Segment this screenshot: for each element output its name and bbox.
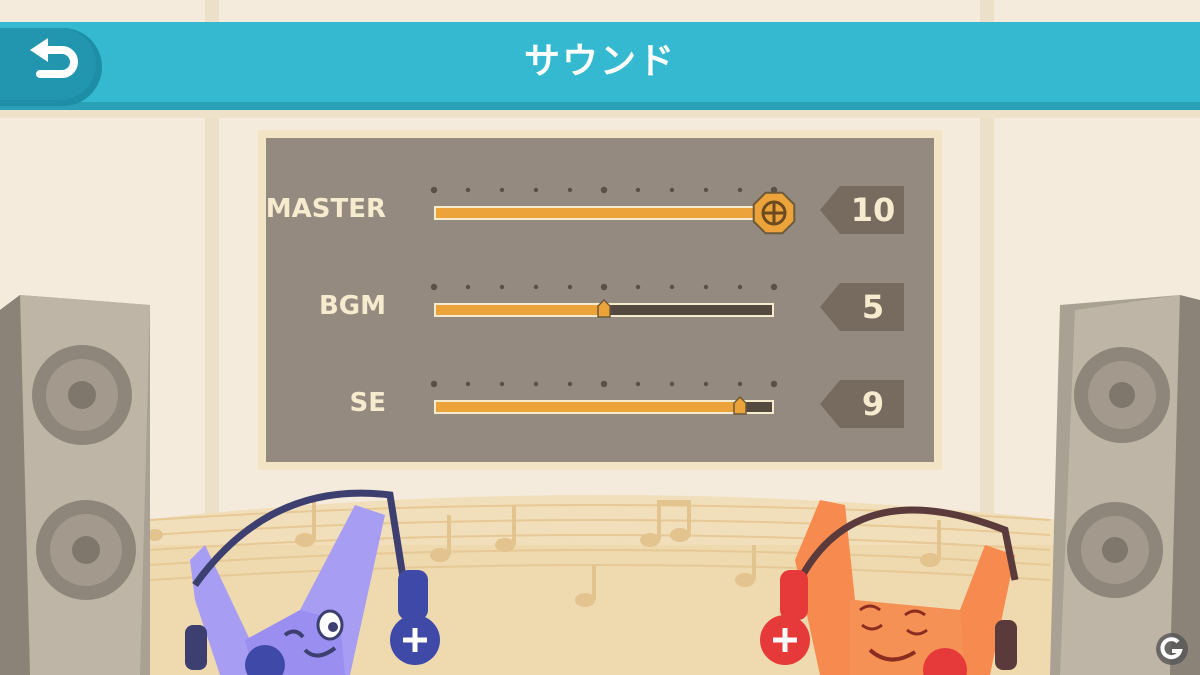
tick-mark: [669, 187, 675, 193]
tick-mark: [600, 186, 608, 194]
tick-mark: [567, 284, 573, 290]
header-bar: サウンド: [0, 22, 1200, 110]
tick-mark: [703, 187, 709, 193]
tick-mark: [567, 381, 573, 387]
left-speaker-icon: [0, 295, 150, 675]
slider-fill: [436, 208, 774, 218]
master-volume-slider[interactable]: [426, 178, 806, 238]
watermark-logo: [1156, 633, 1188, 665]
tick-mark: [499, 187, 505, 193]
se-value-box: 9: [820, 380, 904, 428]
tick-mark: [499, 284, 505, 290]
slider-fill: [436, 402, 740, 412]
tick-mark: [499, 381, 505, 387]
bgm-value: 5: [861, 288, 885, 326]
sound-settings-panel: MASTER 10 BGM 5 SE 9: [258, 130, 942, 470]
bgm-value-box: 5: [820, 283, 904, 331]
master-value: 10: [850, 191, 896, 229]
tick-mark: [533, 381, 539, 387]
se-label: SE: [349, 388, 387, 418]
master-label: MASTER: [265, 194, 386, 224]
page-title: サウンド: [523, 41, 676, 82]
right-speaker-icon: [1050, 295, 1200, 675]
tick-mark: [703, 284, 709, 290]
tick-mark: [430, 283, 438, 291]
tick-mark: [635, 187, 641, 193]
tick-mark: [465, 187, 471, 193]
tick-mark: [600, 380, 608, 388]
tick-mark: [669, 381, 675, 387]
tick-mark: [465, 284, 471, 290]
bgm-volume-slider[interactable]: [426, 275, 806, 335]
tick-mark: [737, 284, 743, 290]
tick-mark: [737, 187, 743, 193]
back-button-face[interactable]: [0, 28, 96, 100]
se-volume-slider[interactable]: [426, 372, 806, 432]
tick-mark: [430, 380, 438, 388]
settings-panel-body: MASTER 10 BGM 5 SE 9: [266, 138, 934, 462]
tick-mark: [635, 381, 641, 387]
tick-mark: [669, 284, 675, 290]
tick-mark: [770, 380, 778, 388]
tick-mark: [430, 186, 438, 194]
tick-mark: [770, 283, 778, 291]
tick-mark: [465, 381, 471, 387]
bgm-label: BGM: [318, 291, 386, 321]
tick-mark: [533, 187, 539, 193]
tick-mark: [600, 283, 608, 291]
slider-fill: [436, 305, 604, 315]
tick-mark: [567, 187, 573, 193]
slider-knob-icon: [752, 191, 796, 235]
back-button[interactable]: [0, 28, 102, 106]
tick-mark: [635, 284, 641, 290]
slider-knob-icon: [597, 298, 611, 318]
se-value: 9: [861, 385, 885, 423]
tick-mark: [737, 381, 743, 387]
tick-mark: [703, 381, 709, 387]
tick-mark: [533, 284, 539, 290]
master-value-box: 10: [820, 186, 904, 234]
back-arrow-icon: [30, 38, 78, 78]
slider-knob-icon: [733, 395, 747, 415]
